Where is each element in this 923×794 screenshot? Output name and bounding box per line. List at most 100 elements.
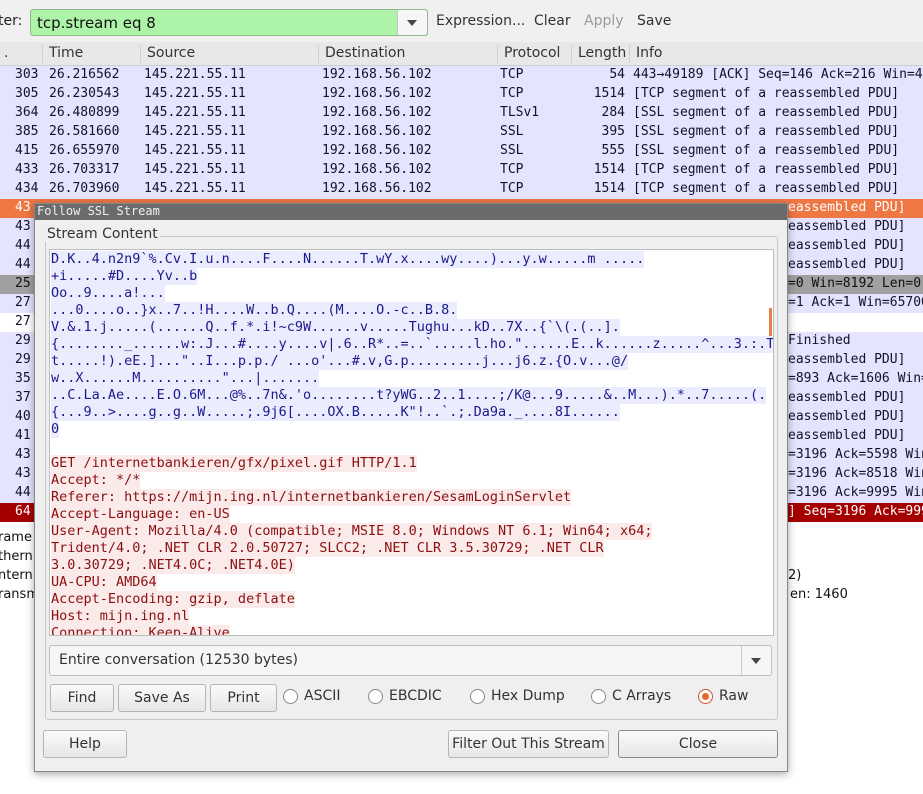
packet-destination: 192.168.56.102 bbox=[322, 86, 432, 101]
client-stream-line: Trident/4.0; .NET CLR 2.0.50727; SLCC2; … bbox=[51, 540, 604, 557]
detail-item-frame[interactable]: rame bbox=[0, 530, 32, 545]
radio-hex-dump-circle[interactable] bbox=[470, 689, 485, 704]
client-stream-line: Accept-Encoding: gzip, deflate bbox=[51, 591, 295, 608]
packet-no-fragment: 27 bbox=[15, 314, 31, 329]
help-button[interactable]: Help bbox=[43, 730, 127, 758]
server-stream-line: w..X......M.........."...|....... bbox=[51, 370, 320, 387]
stream-content-text[interactable]: Connection: Keep-Alive Host: mijn.ing.nl A… bbox=[49, 249, 774, 636]
detail-item-ethernet[interactable]: thern bbox=[0, 549, 33, 564]
radio-c-arrays-circle[interactable] bbox=[591, 689, 606, 704]
column-header-length[interactable]: Length bbox=[571, 45, 626, 63]
filter-history-dropdown-icon[interactable] bbox=[397, 10, 427, 35]
packet-source: 145.221.55.11 bbox=[144, 67, 246, 82]
find-button[interactable]: Find bbox=[50, 684, 114, 712]
packet-no-fragment: 35 bbox=[15, 371, 31, 386]
radio-raw-circle[interactable] bbox=[698, 689, 713, 704]
packet-no-fragment: 43 bbox=[15, 219, 31, 234]
display-filter-value[interactable]: tcp.stream eq 8 bbox=[37, 14, 156, 32]
apply-button[interactable]: Apply bbox=[584, 13, 624, 29]
table-row[interactable]: 385 26.581660 145.221.55.11 192.168.56.1… bbox=[0, 123, 923, 142]
close-button[interactable]: Close bbox=[618, 730, 778, 758]
radio-ascii-label: ASCII bbox=[304, 688, 341, 704]
packet-length: 284 bbox=[601, 105, 625, 120]
packet-info-fragment: =1 Ack=1 Win=65700 bbox=[788, 295, 923, 310]
scrollbar-thumb[interactable] bbox=[769, 308, 772, 336]
packet-destination: 192.168.56.102 bbox=[322, 143, 432, 158]
packet-info-fragment: eassembled PDU] bbox=[788, 219, 906, 234]
packet-list-header: . Time Source Destination Protocol Lengt… bbox=[0, 42, 923, 66]
column-header-protocol[interactable]: Protocol bbox=[497, 45, 560, 63]
radio-ascii-circle[interactable] bbox=[283, 689, 298, 704]
client-stream-line: Accept-Language: en-US bbox=[51, 506, 230, 523]
detail-item-internet-protocol[interactable]: ntern bbox=[0, 568, 33, 583]
client-stream-line: Accept: */* bbox=[51, 472, 141, 489]
packet-length: 1514 bbox=[593, 162, 625, 177]
packet-source: 145.221.55.11 bbox=[144, 124, 246, 139]
print-button[interactable]: Print bbox=[210, 684, 277, 712]
packet-source: 145.221.55.11 bbox=[144, 86, 246, 101]
packet-no-fragment: 37 bbox=[15, 390, 31, 405]
packet-length: 54 bbox=[609, 67, 625, 82]
chevron-down-icon[interactable] bbox=[741, 646, 771, 675]
packet-no-fragment: 40 bbox=[15, 409, 31, 424]
detail-item-internet-protocol-tail: 2) bbox=[788, 568, 802, 583]
table-row[interactable]: 303 26.216562 145.221.55.11 192.168.56.1… bbox=[0, 66, 923, 85]
packet-no-fragment: 41 bbox=[15, 428, 31, 443]
dialog-title[interactable]: Follow SSL Stream bbox=[35, 204, 787, 220]
packet-info-fragment: eassembled PDU] bbox=[788, 409, 906, 424]
packet-no-fragment: 25 bbox=[15, 276, 31, 291]
packet-no: 385 bbox=[15, 124, 39, 139]
packet-length: 1514 bbox=[593, 86, 625, 101]
conversation-select[interactable]: Entire conversation (12530 bytes) bbox=[49, 645, 772, 676]
clear-button[interactable]: Clear bbox=[534, 13, 571, 29]
packet-time: 26.230543 bbox=[49, 86, 120, 101]
expression-button[interactable]: Expression... bbox=[436, 13, 525, 29]
packet-info: [SSL segment of a reassembled PDU] bbox=[633, 143, 900, 158]
packet-info-fragment: Finished bbox=[788, 333, 851, 348]
save-filter-button[interactable]: Save bbox=[637, 13, 671, 29]
column-header-destination[interactable]: Destination bbox=[318, 45, 405, 63]
packet-time: 26.703317 bbox=[49, 162, 120, 177]
filter-label: ter: bbox=[0, 13, 23, 29]
save-as-button[interactable]: Save As bbox=[118, 684, 206, 712]
packet-no-fragment: 43 bbox=[15, 447, 31, 462]
packet-info: [SSL segment of a reassembled PDU] bbox=[633, 124, 900, 139]
packet-destination: 192.168.56.102 bbox=[322, 124, 432, 139]
packet-no-fragment: 44 bbox=[15, 238, 31, 253]
packet-info: 443→49189 [ACK] Seq=146 Ack=216 Win=4 bbox=[633, 67, 923, 82]
radio-ebcdic-circle[interactable] bbox=[368, 689, 383, 704]
packet-source: 145.221.55.11 bbox=[144, 162, 246, 177]
display-filter-toolbar: ter: tcp.stream eq 8 Expression... Clear… bbox=[0, 0, 923, 42]
column-header-info[interactable]: Info bbox=[629, 45, 663, 63]
radio-ebcdic-label: EBCDIC bbox=[389, 688, 442, 704]
client-stream-line: Host: mijn.ing.nl bbox=[51, 608, 190, 625]
packet-source: 145.221.55.11 bbox=[144, 105, 246, 120]
packet-no-fragment: 27 bbox=[15, 295, 31, 310]
table-row[interactable]: 415 26.655970 145.221.55.11 192.168.56.1… bbox=[0, 142, 923, 161]
packet-protocol: SSL bbox=[500, 124, 524, 139]
packet-time: 26.581660 bbox=[49, 124, 120, 139]
packet-no: 364 bbox=[15, 105, 39, 120]
packet-info: [TCP segment of a reassembled PDU] bbox=[633, 162, 900, 177]
packet-protocol: TCP bbox=[500, 162, 524, 177]
server-stream-line: ...0....o..}x..7..!H....W..b.Q....(M....… bbox=[51, 302, 458, 319]
table-row[interactable]: 433 26.703317 145.221.55.11 192.168.56.1… bbox=[0, 161, 923, 180]
packet-length: 555 bbox=[601, 143, 625, 158]
column-header-time[interactable]: Time bbox=[42, 45, 83, 63]
client-stream-line: GET /internetbankieren/gfx/pixel.gif HTT… bbox=[51, 455, 417, 472]
table-row[interactable]: 305 26.230543 145.221.55.11 192.168.56.1… bbox=[0, 85, 923, 104]
filter-out-stream-button[interactable]: Filter Out This Stream bbox=[448, 730, 609, 758]
column-header-no[interactable]: . bbox=[0, 45, 8, 63]
display-filter-input[interactable]: tcp.stream eq 8 bbox=[30, 9, 428, 36]
packet-source: 145.221.55.11 bbox=[144, 143, 246, 158]
packet-info-fragment: eassembled PDU] bbox=[788, 257, 906, 272]
table-row[interactable]: 434 26.703960 145.221.55.11 192.168.56.1… bbox=[0, 180, 923, 199]
packet-no-fragment: 43 bbox=[15, 466, 31, 481]
packet-no-fragment: 44 bbox=[15, 257, 31, 272]
column-header-source[interactable]: Source bbox=[140, 45, 195, 63]
server-stream-line: {...9..>....g..g..W.....;.9j6[....OX.B..… bbox=[51, 404, 620, 421]
packet-source: 145.221.55.11 bbox=[144, 181, 246, 196]
table-row[interactable]: 364 26.480899 145.221.55.11 192.168.56.1… bbox=[0, 104, 923, 123]
packet-info: [TCP segment of a reassembled PDU] bbox=[633, 181, 900, 196]
server-stream-line: 0 bbox=[51, 421, 60, 438]
